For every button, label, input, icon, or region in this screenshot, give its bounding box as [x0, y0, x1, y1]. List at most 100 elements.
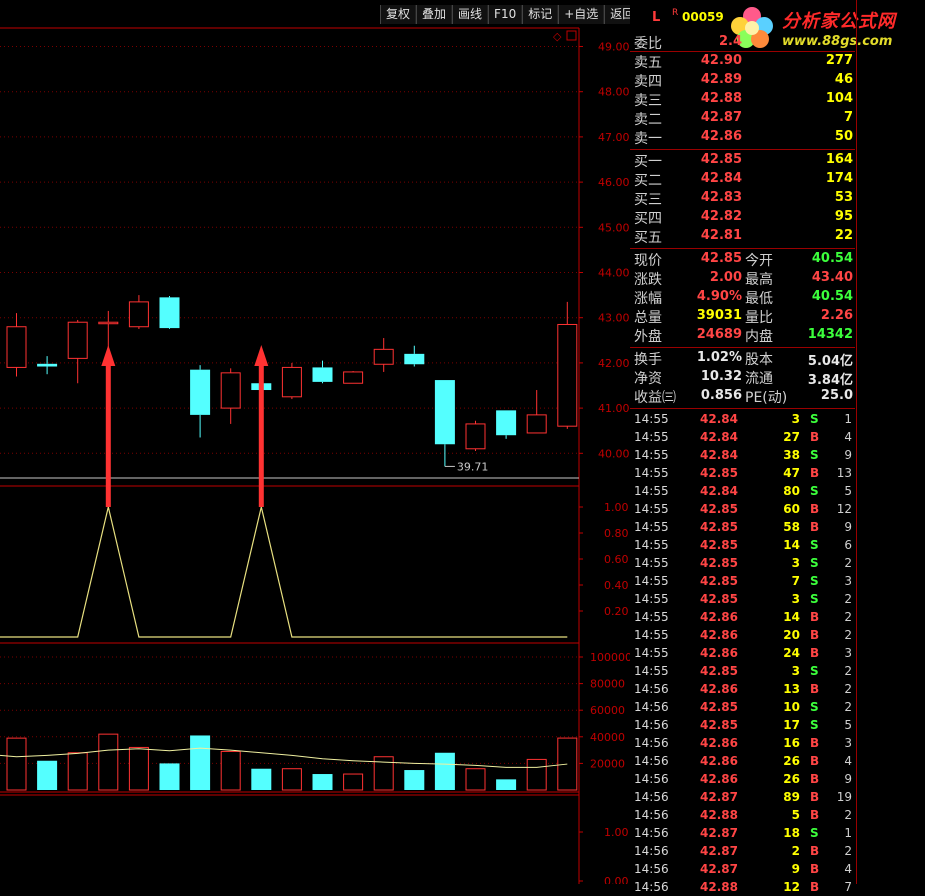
y-tick-label: 40.00	[598, 447, 630, 460]
buy-order-row[interactable]: 买四 42.82 95	[630, 208, 855, 227]
tick-row[interactable]: 14:55 42.84 27 B 4	[630, 428, 855, 446]
volume-bar	[37, 760, 58, 790]
tick-row[interactable]: 14:55 42.85 3 S 2	[630, 590, 855, 608]
toolbar-button-3[interactable]: F10	[488, 5, 523, 24]
tick-row[interactable]: 14:56 42.85 10 S 2	[630, 698, 855, 716]
fund-value: 10.32	[700, 369, 742, 384]
tick-count: 4	[844, 754, 852, 768]
tick-volume: 2	[791, 844, 800, 858]
tick-count: 3	[844, 574, 852, 588]
tick-row[interactable]: 14:55 42.86 20 B 2	[630, 626, 855, 644]
buy-order-row[interactable]: 买二 42.84 174	[630, 170, 855, 189]
tick-time: 14:55	[634, 448, 669, 462]
tick-side: B	[810, 430, 820, 444]
tick-volume: 47	[783, 466, 800, 480]
fund-value: 25.0	[820, 388, 853, 403]
tick-count: 12	[836, 502, 852, 516]
sell-order-row[interactable]: 卖三 42.88 104	[630, 90, 855, 109]
tick-row[interactable]: 14:56 42.87 89 B 19	[630, 788, 855, 806]
order-label: 买四	[634, 211, 662, 227]
quote-value: 24689	[696, 327, 742, 342]
tick-price: 42.85	[700, 538, 738, 552]
tick-row[interactable]: 14:56 42.87 2 B 2	[630, 842, 855, 860]
y-tick-label: 1.00	[604, 501, 629, 514]
toolbar-button-2[interactable]: 画线	[452, 5, 489, 24]
fund-value: 0.856	[700, 388, 742, 403]
candle-body	[343, 371, 364, 384]
tick-volume: 27	[783, 430, 800, 444]
tick-row[interactable]: 14:56 42.85 17 S 5	[630, 716, 855, 734]
tick-volume: 80	[783, 484, 800, 498]
order-price: 42.90	[700, 53, 742, 68]
fundamental-row: 净资 10.32 流通 3.84亿	[630, 368, 855, 388]
toolbar-button-1[interactable]: 叠加	[416, 5, 453, 24]
tick-row[interactable]: 14:55 42.85 58 B 9	[630, 518, 855, 536]
buy-order-row[interactable]: 买一 42.85 164	[630, 151, 855, 170]
volume-bar	[465, 768, 486, 791]
tick-price: 42.86	[700, 754, 738, 768]
candle-body	[220, 372, 241, 409]
tick-row[interactable]: 14:56 42.88 5 B 2	[630, 806, 855, 824]
tick-price: 42.86	[700, 628, 738, 642]
tick-volume: 20	[783, 628, 800, 642]
toolbar-button-4[interactable]: 标记	[522, 5, 559, 24]
weibi-label: 委比	[634, 36, 662, 52]
tick-price: 42.85	[700, 592, 738, 606]
square-icon	[566, 30, 577, 41]
tick-count: 3	[844, 646, 852, 660]
tick-row[interactable]: 14:56 42.86 16 B 3	[630, 734, 855, 752]
sell-order-row[interactable]: 卖五 42.90 277	[630, 52, 855, 71]
tick-row[interactable]: 14:55 42.85 3 S 2	[630, 554, 855, 572]
tick-row[interactable]: 14:55 42.84 3 S 1	[630, 410, 855, 428]
tick-row[interactable]: 14:55 42.84 38 S 9	[630, 446, 855, 464]
divider	[630, 149, 855, 150]
tick-row[interactable]: 14:56 42.87 18 S 1	[630, 824, 855, 842]
tick-row[interactable]: 14:55 42.85 3 S 2	[630, 662, 855, 680]
tick-price: 42.85	[700, 502, 738, 516]
signal-arrow	[101, 345, 116, 507]
tick-volume: 13	[783, 682, 800, 696]
tick-side: S	[810, 592, 819, 606]
tick-row[interactable]: 14:55 42.86 24 B 3	[630, 644, 855, 662]
tick-volume: 89	[783, 790, 800, 804]
quote-row: 涨跌 2.00 最高 43.40	[630, 269, 855, 288]
tick-side: B	[810, 520, 820, 534]
volume-bar	[281, 768, 302, 791]
tick-row[interactable]: 14:55 42.85 7 S 3	[630, 572, 855, 590]
tick-row[interactable]: 14:55 42.85 14 S 6	[630, 536, 855, 554]
tick-price: 42.86	[700, 682, 738, 696]
tick-row[interactable]: 14:56 42.87 9 B 4	[630, 860, 855, 878]
tick-row[interactable]: 14:56 42.86 13 B 2	[630, 680, 855, 698]
toolbar-button-0[interactable]: 复权	[380, 5, 417, 24]
tick-time: 14:56	[634, 862, 669, 876]
toolbar-button-5[interactable]: +自选	[558, 5, 605, 24]
tick-row[interactable]: 14:55 42.85 60 B 12	[630, 500, 855, 518]
order-volume: 50	[834, 129, 853, 144]
tick-row[interactable]: 14:56 42.86 26 B 4	[630, 752, 855, 770]
sell-order-row[interactable]: 卖四 42.89 46	[630, 71, 855, 90]
buy-order-row[interactable]: 买五 42.81 22	[630, 227, 855, 246]
tick-time: 14:55	[634, 592, 669, 606]
tick-time: 14:55	[634, 574, 669, 588]
stock-code[interactable]: 00059	[682, 10, 724, 24]
fund-label: 股本	[745, 352, 773, 368]
tick-row[interactable]: 14:56 42.88 12 B 7	[630, 878, 855, 896]
tick-row[interactable]: 14:55 42.85 47 B 13	[630, 464, 855, 482]
tick-row[interactable]: 14:56 42.86 26 B 9	[630, 770, 855, 788]
quote-value: 39031	[696, 308, 742, 323]
candle-body	[6, 326, 27, 368]
buy-order-row[interactable]: 买三 42.83 53	[630, 189, 855, 208]
quote-value: 14342	[807, 327, 853, 342]
sell-order-row[interactable]: 卖一 42.86 50	[630, 128, 855, 147]
tick-time: 14:55	[634, 610, 669, 624]
tick-row[interactable]: 14:55 42.84 80 S 5	[630, 482, 855, 500]
kline-chart[interactable]: ◇ 49.00 48.00 47.00 46.00 45.00 44.00 43.00 42.0…	[0, 0, 630, 884]
y-tick-label: 40000	[590, 731, 625, 744]
tick-row[interactable]: 14:55 42.86 14 B 2	[630, 608, 855, 626]
order-volume: 53	[834, 190, 853, 205]
sell-order-row[interactable]: 卖二 42.87 7	[630, 109, 855, 128]
tick-side: B	[810, 502, 820, 516]
tick-price: 42.85	[700, 556, 738, 570]
volume-bar	[128, 746, 149, 791]
tick-count: 1	[844, 826, 852, 840]
